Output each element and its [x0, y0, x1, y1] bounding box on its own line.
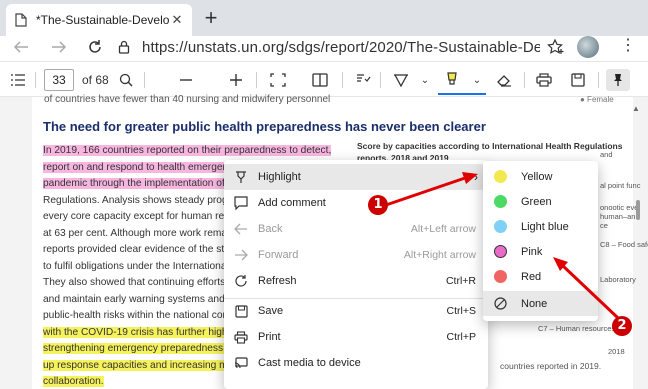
annotation-badge-1: 1: [368, 195, 388, 215]
annotation-arrows: [385, 172, 620, 320]
annotation-badge-2: 2: [612, 316, 632, 336]
